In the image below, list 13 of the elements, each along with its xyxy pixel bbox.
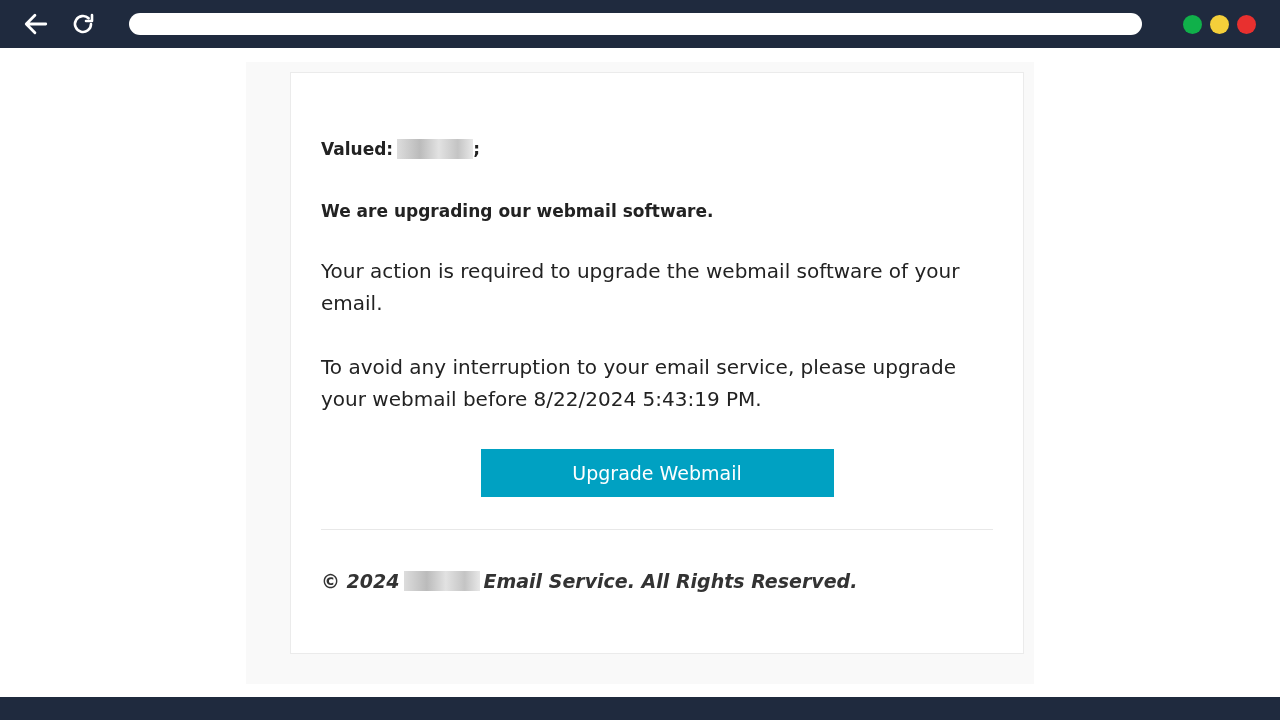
window-dot[interactable]	[1183, 14, 1202, 34]
back-arrow-icon[interactable]	[23, 11, 49, 37]
email-heading: We are upgrading our webmail software.	[321, 201, 715, 221]
copyright-text: © 2024	[321, 570, 400, 592]
window-dot[interactable]	[1237, 14, 1256, 34]
greeting-label: Valued:	[321, 139, 394, 159]
copyright-text: Email Service. All Rights Reserved.	[483, 570, 858, 592]
reload-icon[interactable]	[71, 12, 95, 36]
window-dot[interactable]	[1210, 14, 1229, 34]
email-paragraph: To avoid any interruption to your email service, please upgrade your webmail before 8/22/2024 5:43:19 PM.	[321, 354, 958, 413]
email-paragraph: Your action is required to upgrade the webmail software of your email.	[321, 258, 961, 317]
greeting-punctuation: ;	[473, 139, 480, 159]
upgrade-button[interactable]: Upgrade Webmail	[480, 449, 834, 497]
